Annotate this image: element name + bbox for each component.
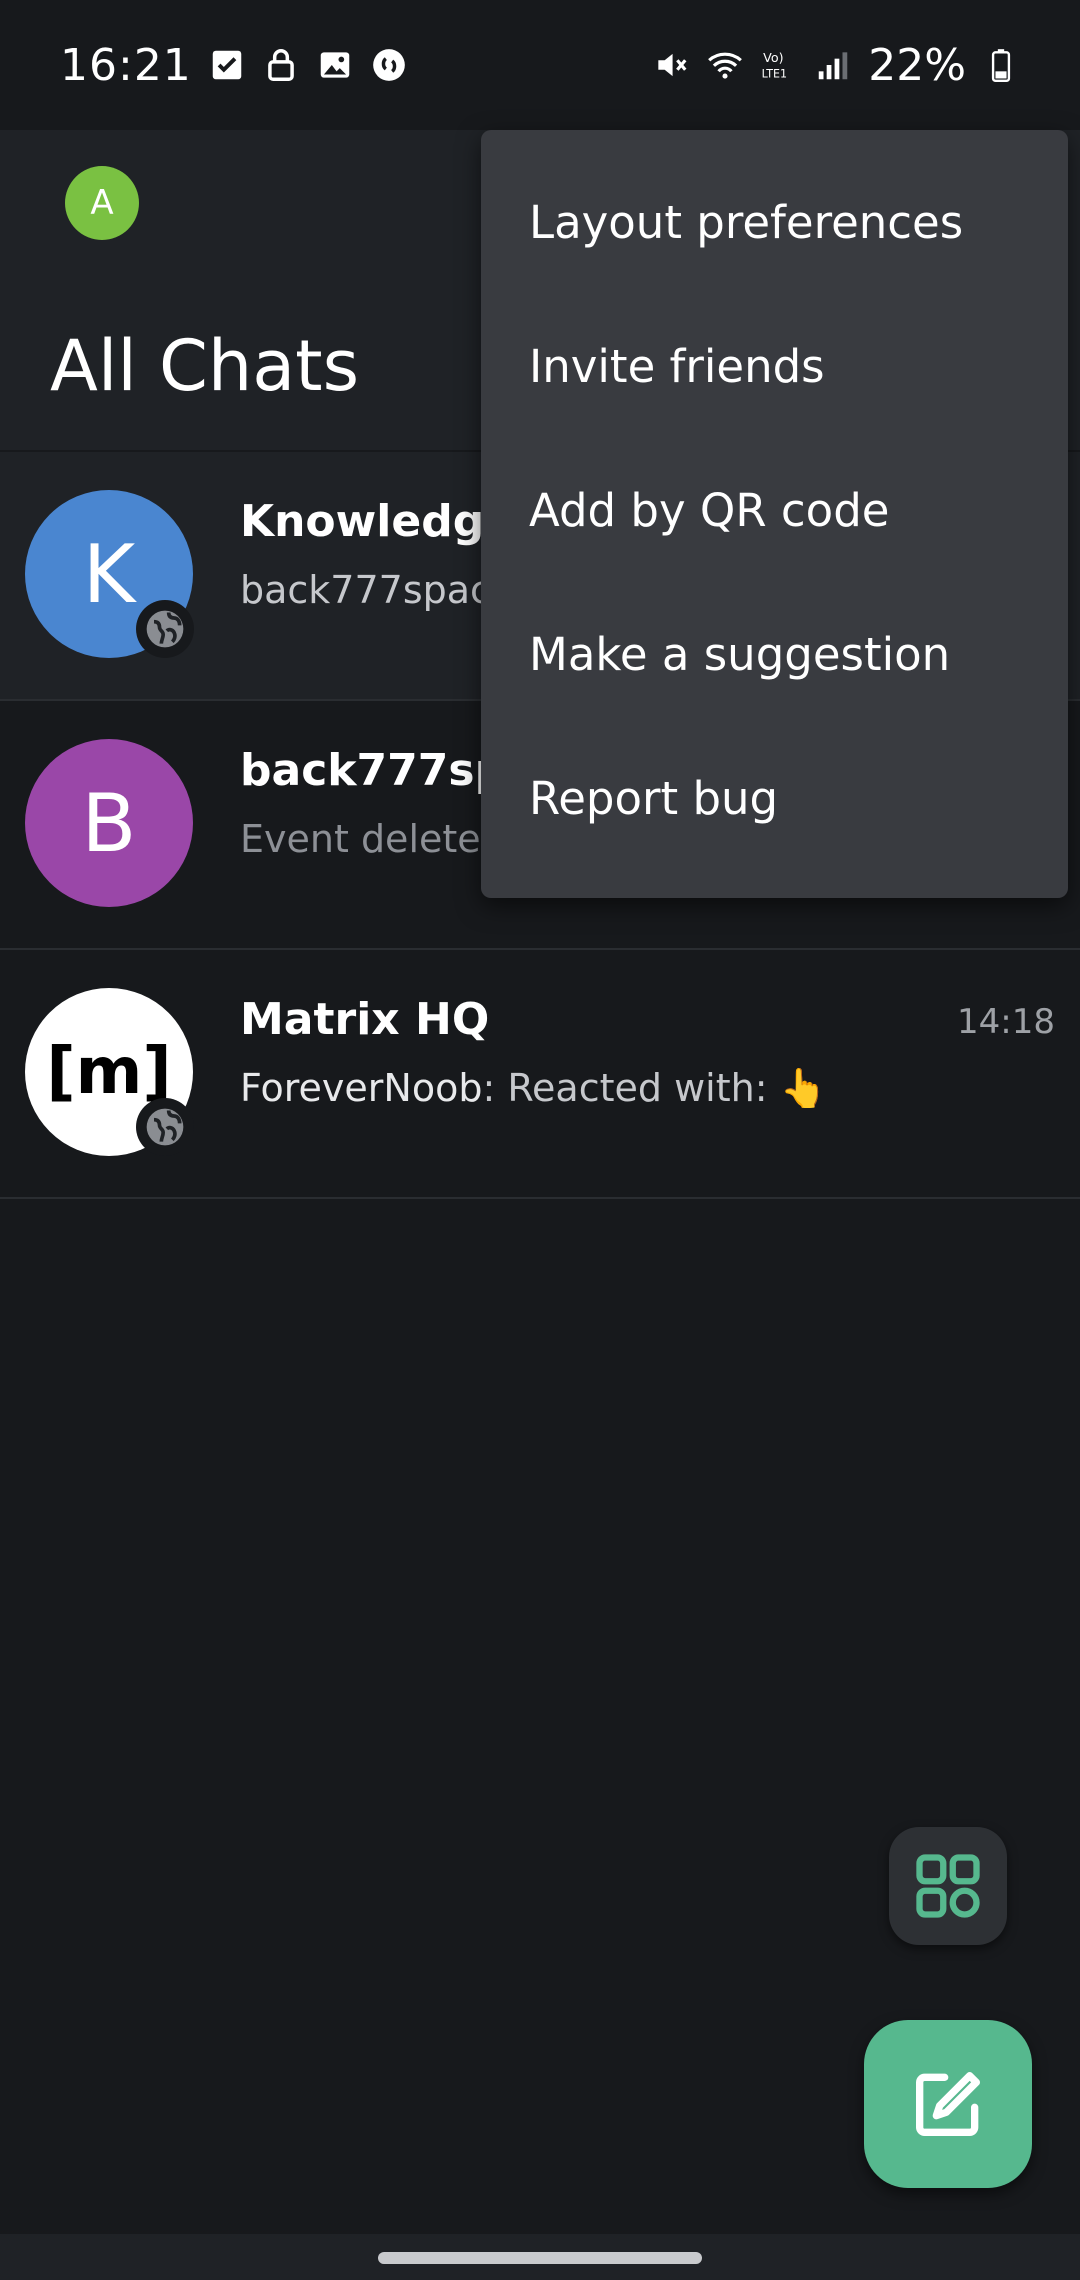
- mute-icon: [658, 53, 687, 77]
- wifi-icon: [708, 52, 743, 79]
- chat-name: Matrix HQ: [240, 994, 490, 1045]
- lock-notification-icon: [267, 49, 294, 81]
- chat-time: 14:18: [957, 1002, 1055, 1042]
- chat-sender: ForeverNoob: [240, 1066, 483, 1110]
- chat-name: Knowledge: [240, 496, 515, 547]
- chat-preview: Event deletec: [240, 817, 502, 861]
- svg-text:LTE1: LTE1: [762, 68, 787, 81]
- checkbox-notification-icon: [212, 50, 242, 80]
- menu-item-add-by-qr-code[interactable]: Add by QR code: [481, 438, 1068, 582]
- status-right: Vo) LTE1 22%: [652, 40, 1020, 91]
- new-chat-button[interactable]: [864, 2020, 1032, 2188]
- status-left: 16:21: [60, 40, 408, 91]
- spaces-button[interactable]: [889, 1827, 1007, 1945]
- volte-lte-icon: Vo) LTE1: [762, 50, 787, 81]
- svg-text:Vo): Vo): [763, 50, 783, 65]
- compose-icon: [916, 2072, 980, 2136]
- chat-preview: back777spac: [240, 568, 491, 612]
- page-title: All Chats: [50, 325, 360, 407]
- overflow-menu: Layout preferences Invite friends Add by…: [481, 130, 1068, 898]
- home-gesture-handle[interactable]: [378, 2252, 702, 2264]
- menu-item-make-a-suggestion[interactable]: Make a suggestion: [481, 582, 1068, 726]
- navigation-bar: [0, 2234, 1080, 2280]
- spaces-grid-icon: [916, 1854, 980, 1918]
- gallery-notification-icon: [320, 52, 350, 78]
- menu-item-layout-preferences[interactable]: Layout preferences: [481, 150, 1068, 294]
- chat-avatar: B: [25, 739, 193, 907]
- status-time: 16:21: [60, 39, 192, 91]
- status-bar: 16:21 Vo) LTE1 22%: [0, 0, 1080, 130]
- globe-icon: [136, 1098, 194, 1156]
- user-avatar[interactable]: A: [65, 166, 139, 240]
- chat-preview-text: : Reacted with: 👆: [482, 1066, 827, 1110]
- battery-icon: [991, 49, 1011, 83]
- signal-icon: [818, 52, 848, 80]
- menu-item-invite-friends[interactable]: Invite friends: [481, 294, 1068, 438]
- battery-percent: 22%: [868, 39, 966, 91]
- chat-row-matrix-hq[interactable]: [m] Matrix HQ ForeverNoob: Reacted with:…: [0, 950, 1080, 1199]
- globe-icon: [136, 600, 194, 658]
- chat-preview: ForeverNoob: Reacted with: 👆: [240, 1066, 827, 1111]
- menu-item-report-bug[interactable]: Report bug: [481, 726, 1068, 870]
- shazam-notification-icon: [372, 49, 405, 81]
